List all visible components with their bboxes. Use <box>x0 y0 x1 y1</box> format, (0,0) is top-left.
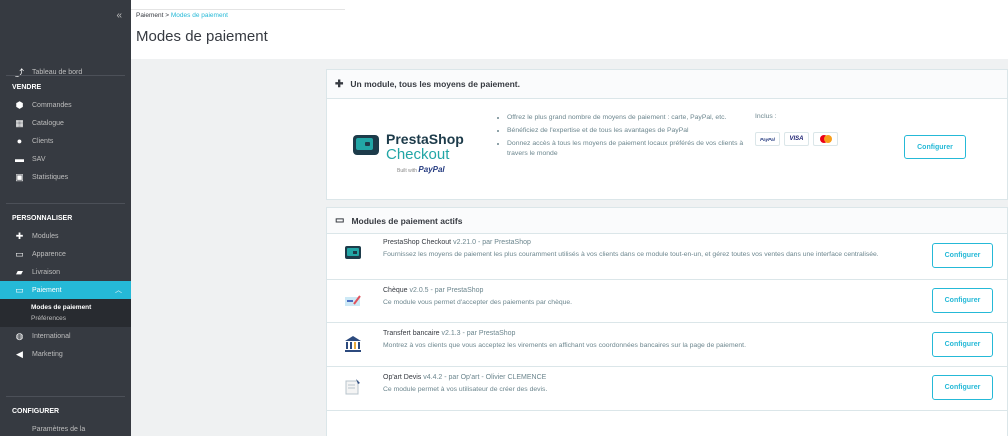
card-title: Modules de paiement actifs <box>351 215 463 226</box>
breadcrumb: Paiement > Modes de paiement <box>136 12 228 19</box>
sidebar-item-catalogue[interactable]: ▦ Catalogue <box>0 114 131 132</box>
module-version: v2.0.5 - par PrestaShop <box>409 287 484 294</box>
active-modules-card: ▭ Modules de paiement actifs PrestaShop … <box>326 207 1008 436</box>
section-personnaliser: PERSONNALISER <box>12 214 73 222</box>
feature-item: Bénéficiez de l'expertise et de tous les… <box>507 126 747 136</box>
section-vendre: VENDRE <box>12 83 42 91</box>
sidebar-item-commandes[interactable]: ⬢ Commandes <box>0 96 131 114</box>
sidebar-subitem-preferences[interactable]: Préférences <box>0 313 131 324</box>
truck-icon: ▰ <box>16 266 23 277</box>
configure-button[interactable]: Configurer <box>932 332 993 357</box>
module-version: v2.21.0 - par PrestaShop <box>453 239 531 246</box>
sidebar-item-clients[interactable]: ● Clients <box>0 132 131 150</box>
features-list: Offrez le plus grand nombre de moyens de… <box>497 113 747 162</box>
page-title: Modes de paiement <box>136 28 268 45</box>
module-row: Chèque v2.0.5 - par PrestaShop Ce module… <box>327 280 1007 323</box>
sidebar-item-parametres[interactable]: Paramètres de la <box>0 420 131 436</box>
user-icon: ● <box>16 136 23 146</box>
prestashop-checkout-icon <box>344 244 362 262</box>
sidebar-item-paiement[interactable]: ▭ Paiement ︿ <box>0 281 131 299</box>
trending-up-icon: ⤴ <box>14 67 24 78</box>
credit-card-icon: ▭ <box>335 215 345 226</box>
module-version: v4.4.2 - par Op'art - Olivier CLEMENCE <box>423 374 547 381</box>
cheque-icon <box>344 292 362 310</box>
module-description: Fournissez les moyens de paiement les pl… <box>383 251 879 258</box>
section-configurer: CONFIGURER <box>12 407 60 415</box>
breadcrumb-current[interactable]: Modes de paiement <box>171 12 228 19</box>
message-icon: ▬ <box>15 154 24 164</box>
module-name: Transfert bancaire <box>383 330 440 337</box>
sidebar-item-international[interactable]: ◍ International <box>0 327 131 345</box>
puzzle-icon: ✚ <box>15 230 24 241</box>
sidebar-item-statistiques[interactable]: ▣ Statistiques <box>0 168 131 186</box>
sidebar-item-livraison[interactable]: ▰ Livraison <box>0 263 131 281</box>
sidebar: « ⤴ Tableau de bord VENDRE ⬢ Commandes ▦ C… <box>0 0 131 436</box>
globe-icon: ◍ <box>15 330 24 341</box>
configure-button[interactable]: Configurer <box>932 288 993 313</box>
module-description: Ce module vous permet d'accepter des pai… <box>383 299 573 306</box>
bank-icon <box>344 335 362 353</box>
configure-button[interactable]: Configurer <box>932 243 993 268</box>
megaphone-icon: ◀ <box>16 348 23 359</box>
collapse-sidebar-icon[interactable]: « <box>116 10 122 21</box>
feature-item: Offrez le plus grand nombre de moyens de… <box>507 113 747 123</box>
visa-logo: VISA <box>784 132 809 146</box>
page-header: Paiement > Modes de paiement Modes de pa… <box>131 0 1008 59</box>
puzzle-icon: ✚ <box>335 78 344 90</box>
wallet-icon <box>353 135 379 155</box>
module-description: Ce module permet à vos utilisateur de cr… <box>383 386 548 393</box>
credit-card-icon: ▭ <box>15 284 24 295</box>
checkout-promo-card: ✚ Un module, tous les moyens de paiement… <box>326 69 1008 200</box>
inclus-label: Inclus : <box>755 113 777 120</box>
paypal-logo: PayPal <box>755 132 780 146</box>
module-description: Montrez à vos clients que vous acceptez … <box>383 342 746 349</box>
subnav-paiement: Modes de paiement Préférences <box>0 299 131 327</box>
module-row: Transfert bancaire v2.1.3 - par PrestaSh… <box>327 323 1007 367</box>
breadcrumb-root[interactable]: Paiement <box>136 12 163 19</box>
sidebar-item-marketing[interactable]: ◀ Marketing <box>0 345 131 363</box>
prestashop-checkout-logo: PrestaShop Checkout Built with PayPal <box>353 121 483 181</box>
basket-icon: ⬢ <box>15 99 24 110</box>
payment-logos: PayPal VISA <box>755 132 838 146</box>
module-name: PrestaShop Checkout <box>383 239 452 246</box>
module-name: Chèque <box>383 287 408 294</box>
quote-document-icon <box>344 378 362 396</box>
module-name: Op'art Devis <box>383 374 422 381</box>
module-row: Op'art Devis v4.4.2 - par Op'art - Olivi… <box>327 367 1007 411</box>
chevron-up-icon: ︿ <box>115 287 122 294</box>
monitor-icon: ▭ <box>15 248 24 259</box>
sidebar-subitem-modes-de-paiement[interactable]: Modes de paiement <box>0 302 131 313</box>
store-icon: ▦ <box>15 117 24 128</box>
chart-icon: ▣ <box>15 171 24 182</box>
sidebar-item-sav[interactable]: ▬ SAV <box>0 150 131 168</box>
feature-item: Donnez accès à tous les moyens de paieme… <box>507 139 747 159</box>
configure-button[interactable]: Configurer <box>932 375 993 400</box>
card-title: Un module, tous les moyens de paiement. <box>350 79 520 89</box>
sidebar-item-modules[interactable]: ✚ Modules <box>0 227 131 245</box>
sidebar-item-apparence[interactable]: ▭ Apparence <box>0 245 131 263</box>
module-row: PrestaShop Checkout v2.21.0 - par Presta… <box>327 234 1007 280</box>
mastercard-logo <box>813 132 838 146</box>
module-version: v2.1.3 - par PrestaShop <box>441 330 516 337</box>
configure-checkout-button[interactable]: Configurer <box>904 135 966 159</box>
